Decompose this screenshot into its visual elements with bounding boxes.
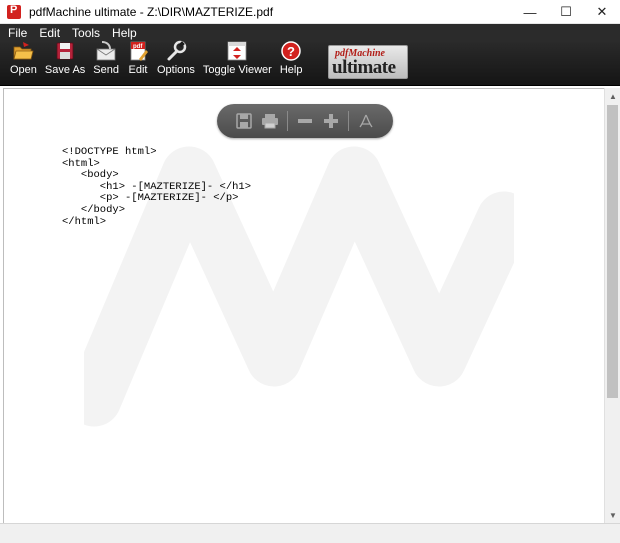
edit-label: Edit bbox=[128, 64, 148, 76]
document-text: <!DOCTYPE html> <html> <body> <h1> -[MAZT… bbox=[62, 146, 251, 228]
document-line: </body> bbox=[62, 203, 126, 216]
send-button[interactable]: Send bbox=[93, 40, 119, 85]
edit-button[interactable]: pdf Edit bbox=[127, 40, 149, 85]
menu-edit[interactable]: Edit bbox=[39, 26, 60, 40]
save-as-label: Save As bbox=[44, 64, 86, 76]
open-folder-icon bbox=[12, 40, 34, 62]
viewer-save-button[interactable] bbox=[233, 110, 255, 132]
logo-main-text: ultimate bbox=[332, 57, 396, 78]
scroll-thumb[interactable] bbox=[607, 105, 618, 398]
scroll-down-arrow-icon[interactable]: ▼ bbox=[605, 507, 620, 523]
save-icon bbox=[236, 113, 252, 129]
pdfmachine-app-icon bbox=[7, 4, 21, 19]
help-label: Help bbox=[279, 64, 303, 76]
vertical-scrollbar[interactable]: ▲ ▼ bbox=[604, 88, 620, 523]
options-button[interactable]: Options bbox=[157, 40, 195, 85]
options-label: Options bbox=[156, 64, 195, 76]
minimize-button[interactable]: — bbox=[512, 0, 548, 24]
viewer-print-button[interactable] bbox=[259, 110, 281, 132]
toggle-viewer-label: Toggle Viewer bbox=[202, 64, 272, 76]
toggle-viewer-icon bbox=[226, 40, 248, 62]
svg-text:?: ? bbox=[287, 44, 295, 59]
svg-text:pdf: pdf bbox=[133, 44, 143, 50]
menu-tools[interactable]: Tools bbox=[72, 26, 100, 40]
print-icon bbox=[262, 114, 278, 129]
viewer-separator bbox=[287, 111, 288, 131]
help-button[interactable]: ? Help bbox=[279, 40, 303, 85]
toolbar: Open Save As Send pdf Edit Options Toggl… bbox=[0, 40, 620, 86]
viewer-open-in-acrobat-button[interactable] bbox=[355, 110, 377, 132]
save-as-button[interactable]: Save As bbox=[45, 40, 85, 85]
zoom-in-icon bbox=[324, 114, 338, 128]
acrobat-icon bbox=[359, 114, 373, 128]
scroll-up-arrow-icon[interactable]: ▲ bbox=[605, 88, 620, 104]
document-line: <!DOCTYPE html> bbox=[62, 146, 157, 158]
open-button[interactable]: Open bbox=[10, 40, 37, 85]
edit-pdf-icon: pdf bbox=[127, 40, 149, 62]
menu-file[interactable]: File bbox=[8, 26, 27, 40]
viewer-floating-toolbar bbox=[217, 104, 393, 138]
help-icon: ? bbox=[280, 40, 302, 62]
wrench-icon bbox=[165, 40, 187, 62]
viewer-zoom-in-button[interactable] bbox=[320, 110, 342, 132]
send-label: Send bbox=[93, 64, 119, 76]
document-line: </html> bbox=[62, 215, 107, 228]
toggle-viewer-button[interactable]: Toggle Viewer bbox=[203, 40, 272, 85]
window-title: pdfMachine ultimate - Z:\DIR\MAZTERIZE.p… bbox=[29, 4, 274, 19]
viewer-separator bbox=[348, 111, 349, 131]
viewer-zoom-out-button[interactable] bbox=[294, 110, 316, 132]
maximize-button[interactable]: ☐ bbox=[548, 0, 584, 24]
send-icon bbox=[95, 40, 117, 62]
menu-help[interactable]: Help bbox=[112, 26, 137, 40]
pdfmachine-ultimate-logo: pdfMachine ultimate bbox=[328, 45, 408, 79]
close-button[interactable]: ✕ bbox=[584, 0, 620, 24]
save-icon bbox=[54, 40, 76, 62]
document-viewer[interactable]: <!DOCTYPE html> <html> <body> <h1> -[MAZT… bbox=[3, 88, 604, 523]
open-label: Open bbox=[10, 64, 37, 76]
window-controls: — ☐ ✕ bbox=[512, 0, 620, 24]
zoom-out-icon bbox=[298, 119, 312, 123]
title-bar: pdfMachine ultimate - Z:\DIR\MAZTERIZE.p… bbox=[0, 0, 620, 24]
status-bar bbox=[0, 523, 620, 543]
